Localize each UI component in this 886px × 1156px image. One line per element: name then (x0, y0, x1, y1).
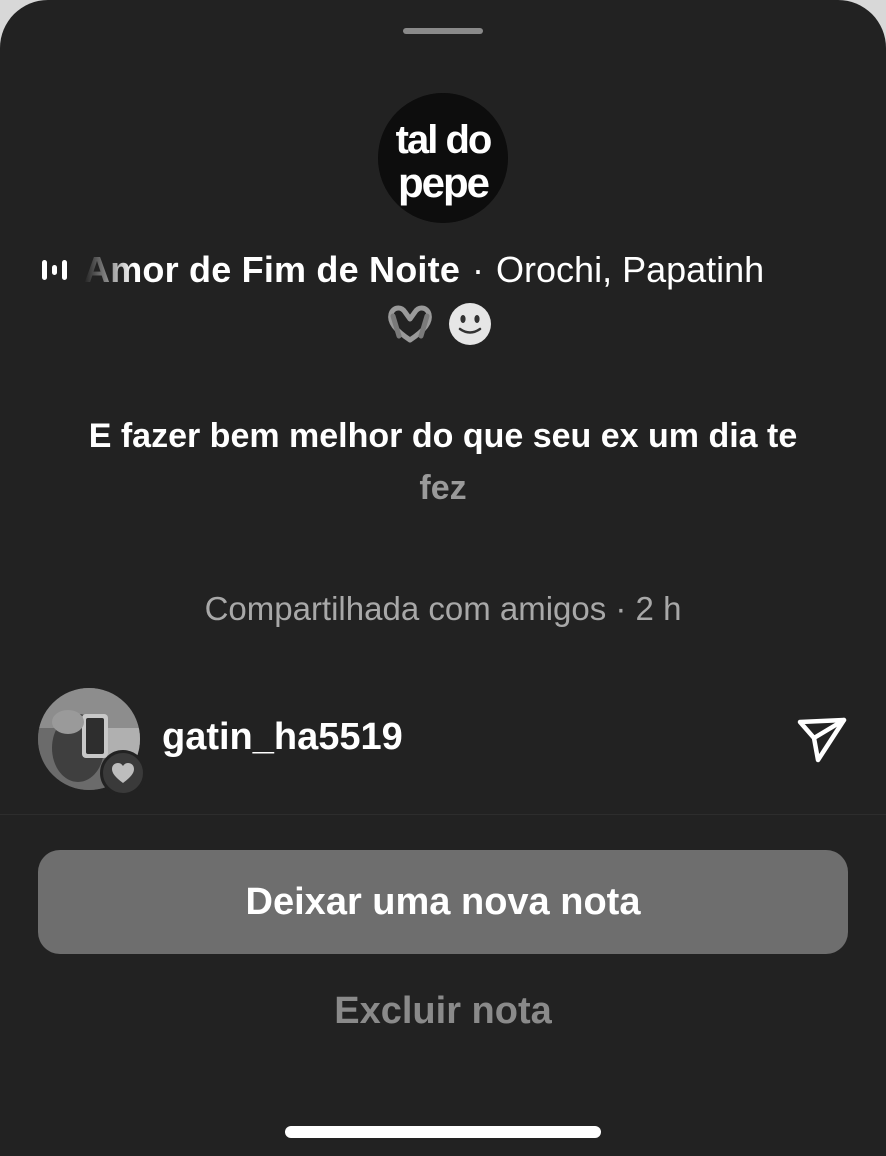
new-note-button[interactable]: Deixar uma nova nota (38, 850, 848, 954)
shared-status: Compartilhada com amigos · 2 h (204, 590, 682, 627)
delete-note-button[interactable]: Excluir nota (0, 990, 886, 1033)
liked-badge (100, 750, 146, 796)
lyric-text: E fazer bem melhor do que seu ex um dia … (88, 417, 798, 455)
album-art-text-line1: tal do (396, 118, 491, 162)
send-icon[interactable] (794, 712, 850, 768)
home-indicator (285, 1126, 601, 1138)
note-sheet: tal do pepe Amor de Fim de Noite · Oroch… (0, 0, 886, 1156)
reply-user-row[interactable]: gatin_ha5519 (38, 688, 850, 796)
username[interactable]: gatin_ha5519 (162, 716, 403, 759)
lyric-text-highlight: fez (419, 469, 467, 507)
section-divider (0, 814, 886, 815)
sheet-grabber-handle[interactable] (403, 28, 483, 34)
music-info[interactable]: Amor de Fim de Noite · Orochi, Papatinh (38, 244, 848, 296)
emoji-row (385, 300, 501, 348)
album-art-text-line2: pepe (398, 159, 489, 206)
heart-icon (112, 763, 134, 783)
album-art: tal do pepe (378, 93, 508, 223)
note-lyric: E fazer bem melhor do que seu ex um dia … (70, 410, 816, 514)
heart-hands-icon (388, 305, 432, 343)
audio-bars-icon (42, 260, 67, 280)
slightly-smiling-face-icon (449, 303, 491, 345)
music-separator: · (472, 249, 485, 290)
track-artists: Orochi, Papatinh (496, 249, 765, 290)
track-title: Amor de Fim de Noite (84, 249, 461, 290)
